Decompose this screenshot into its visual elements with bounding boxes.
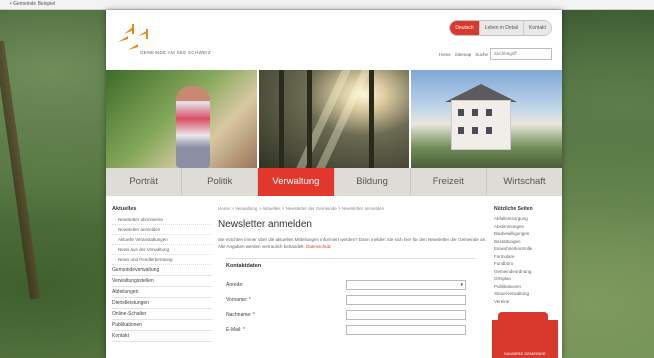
email-label: E-Mail: * [226,326,245,333]
nav-politik[interactable]: Politik [182,168,259,196]
vorname-field[interactable] [346,294,466,305]
window [458,109,465,116]
sidebar-sub-item[interactable]: News und Pendlerberatung [112,255,212,265]
sidebar-item[interactable]: Gemeindeverwaltung [112,265,212,276]
promo-label: SAUBERE GEMEINDE [504,351,546,356]
nachname-field[interactable] [346,309,466,320]
rightbar-link[interactable]: Abstimmungen [494,223,558,231]
left-sidebar: Aktuelles Newsletter abonnieren Newslett… [112,206,212,342]
content-area: Aktuelles Newsletter abonnieren Newslett… [106,200,562,358]
utility-links: Home Sitemap Suche [439,52,488,57]
intro-paragraph: Sie möchten immer über die aktuellen Mit… [218,237,487,249]
rightbar-link[interactable]: Einwohnerkontrolle [494,245,558,253]
util-link-suche[interactable]: Suche [475,52,488,57]
rightbar-link[interactable]: Fundbüro [494,260,558,268]
sidebar-heading[interactable]: Aktuelles [112,206,212,212]
main-content: Home > Verwaltung > Aktuelles > Newslett… [218,206,488,337]
website-page: GEMEINDE AM SEE SCHWEIZ Deutsch Leben in… [106,10,562,358]
banner-images [106,70,562,168]
rightbar-link[interactable]: Ortsplan [494,275,558,283]
form-heading: Kontaktdaten [226,263,262,269]
sidebar-item[interactable]: Dienstleistungen [112,298,212,309]
rightbar-link[interactable]: Steuerverwaltung [494,290,558,298]
tree-trunk [368,70,374,168]
header-pill-nav: Deutsch Leben in Detail Kontakt [449,20,552,36]
tree-trunk [306,70,312,168]
nav-verwaltung[interactable]: Verwaltung [258,168,335,196]
pill-deutsch[interactable]: Deutsch [450,21,480,35]
form-row-nachname: Nachname: * [226,307,476,322]
rightbar-link[interactable]: Publikationen [494,283,558,291]
nachname-label: Nachname: * [226,311,255,318]
rightbar-link[interactable]: Bestattungen [494,238,558,246]
rightbar-link[interactable]: Baubewilligungen [494,230,558,238]
logo-text: GEMEINDE AM SEE SCHWEIZ [140,50,211,55]
tree-trunk [278,70,284,168]
sidebar-item[interactable]: Verwaltungsstellen [112,276,212,287]
browser-top-bar: • Gemeinde Beispiel [0,0,654,10]
banner-image-forest [258,70,410,168]
util-link-sitemap[interactable]: Sitemap [455,52,472,57]
page-title: Newsletter anmelden [218,219,312,230]
pill-leben-in-detail[interactable]: Leben in Detail [479,21,525,35]
sidebar-item[interactable]: Abteilungen [112,287,212,298]
rightbar-link[interactable]: Formulare [494,253,558,261]
window [486,127,493,134]
sidebar-item[interactable]: Publikationen [112,320,212,331]
vorname-label: Vorname: * [226,296,251,303]
breadcrumb[interactable]: Home > Verwaltung > Aktuelles > Newslett… [218,206,488,211]
sidebar-sub-item[interactable]: Newsletter abonnieren [112,215,212,225]
window [486,109,493,116]
nav-wirtschaft[interactable]: Wirtschaft [487,168,562,196]
right-sidebar: Nützliche Seiten Abfallentsorgung Abstim… [494,206,558,305]
pill-kontakt[interactable]: Kontakt [524,21,551,35]
search-input[interactable]: Suchbegriff [490,48,552,60]
rightbar-heading: Nützliche Seiten [494,206,533,212]
window [472,127,479,134]
nav-portraet[interactable]: Porträt [106,168,183,196]
chevron-down-icon: ▾ [460,281,463,288]
intro-text: Sie möchten immer über die aktuellen Mit… [218,236,488,250]
sidebar-item[interactable]: Kontakt [112,331,212,342]
sidebar-sub-item[interactable]: Aktuelle Veranstaltungen [112,235,212,245]
sidebar-item[interactable]: Online-Schalter [112,309,212,320]
house-building [451,100,512,150]
rightbar-link[interactable]: Vereine [494,298,558,306]
banner-image-woman [106,70,257,168]
municipality-logo-icon[interactable] [114,20,152,54]
form-row-anrede: Anrede: ▾ [226,277,476,292]
anrede-label: Anrede: [226,281,244,288]
newsletter-form: Kontaktdaten Anrede: ▾ Vorname: * Nachna… [226,258,476,337]
browser-top-text: • Gemeinde Beispiel [10,1,56,7]
promo-banner[interactable]: SAUBERE GEMEINDE [492,312,558,358]
rightbar-link[interactable]: Gemeindeordnung [494,268,558,276]
form-row-vorname: Vorname: * [226,292,476,307]
promo-top-shape [498,312,548,322]
datenschutz-link[interactable]: Datenschutz [306,244,331,249]
form-row-email: E-Mail: * [226,322,476,337]
anrede-select[interactable]: ▾ [346,279,466,290]
nav-bildung[interactable]: Bildung [335,168,411,196]
banner-image-houses [411,70,562,168]
sidebar-sub-item[interactable]: Newsletter anmelden [112,225,212,235]
rightbar-link[interactable]: Abfallentsorgung [494,215,558,223]
util-link-home[interactable]: Home [439,52,451,57]
window [458,127,465,134]
site-header: GEMEINDE AM SEE SCHWEIZ Deutsch Leben in… [106,10,562,68]
person-figure [176,86,210,168]
sidebar-sub-item[interactable]: News aus der Verwaltung [112,245,212,255]
main-navigation: Porträt Politik Verwaltung Bildung Freiz… [106,168,562,196]
window [472,109,479,116]
nav-freizeit[interactable]: Freizeit [411,168,487,196]
email-field[interactable] [346,324,466,335]
